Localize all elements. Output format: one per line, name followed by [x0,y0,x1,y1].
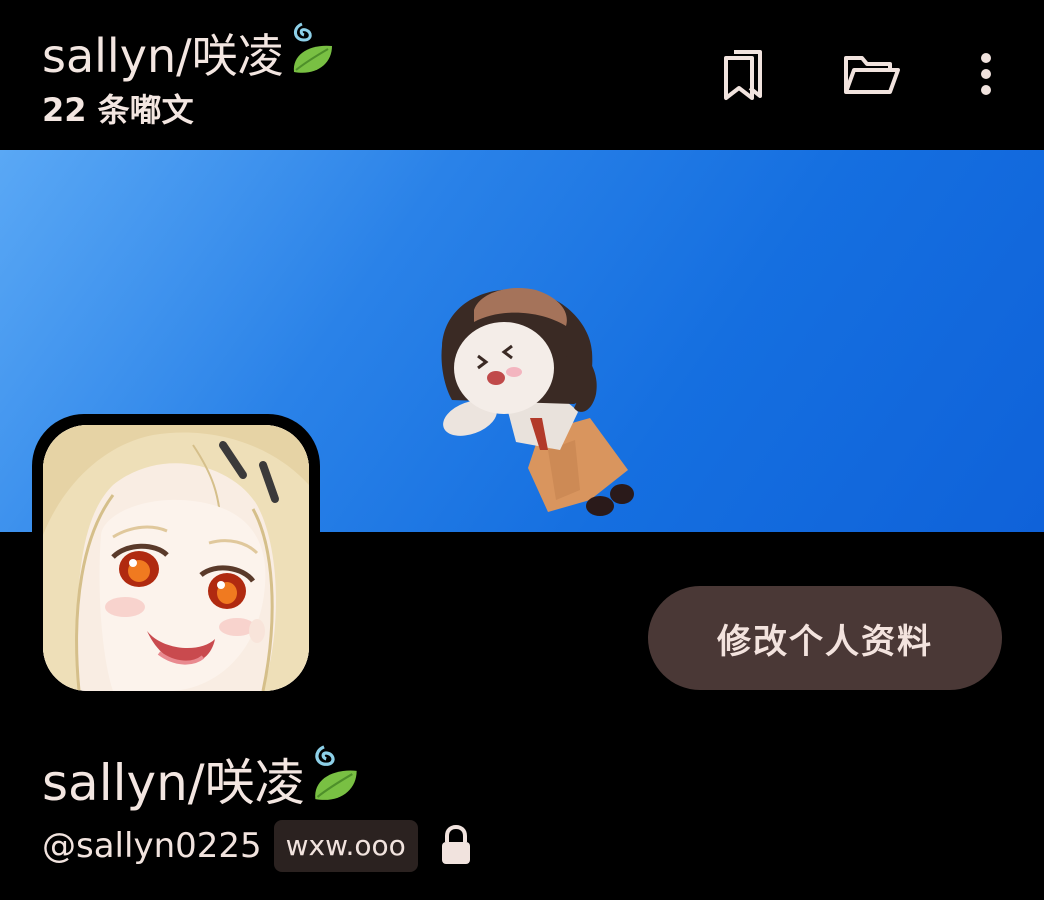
handle-row: @sallyn0225 wxw.ooo [42,820,474,872]
leaf-icon [311,742,361,822]
header-title: sallyn/咲凌 [42,20,336,91]
top-app-bar: sallyn/咲凌 22 条嘟文 [0,0,1044,150]
folder-icon[interactable] [840,42,904,106]
domain-badge[interactable]: wxw.ooo [273,820,418,872]
leaf-icon [290,20,336,91]
avatar-image [43,425,309,691]
post-count: 22 条嘟文 [42,91,194,129]
more-vert-icon[interactable] [954,42,1018,106]
profile-handle[interactable]: @sallyn0225 [42,826,262,866]
profile-display-name: sallyn/咲凌 [42,742,361,822]
lock-icon [441,824,470,864]
avatar-frame[interactable] [32,414,320,702]
bookmark-icon[interactable] [712,42,776,106]
profile-display-name-text: sallyn/咲凌 [42,754,305,812]
avatar[interactable] [43,425,309,691]
header-title-text: sallyn/咲凌 [42,29,284,83]
edit-profile-button[interactable]: 修改个人资料 [648,586,1002,690]
